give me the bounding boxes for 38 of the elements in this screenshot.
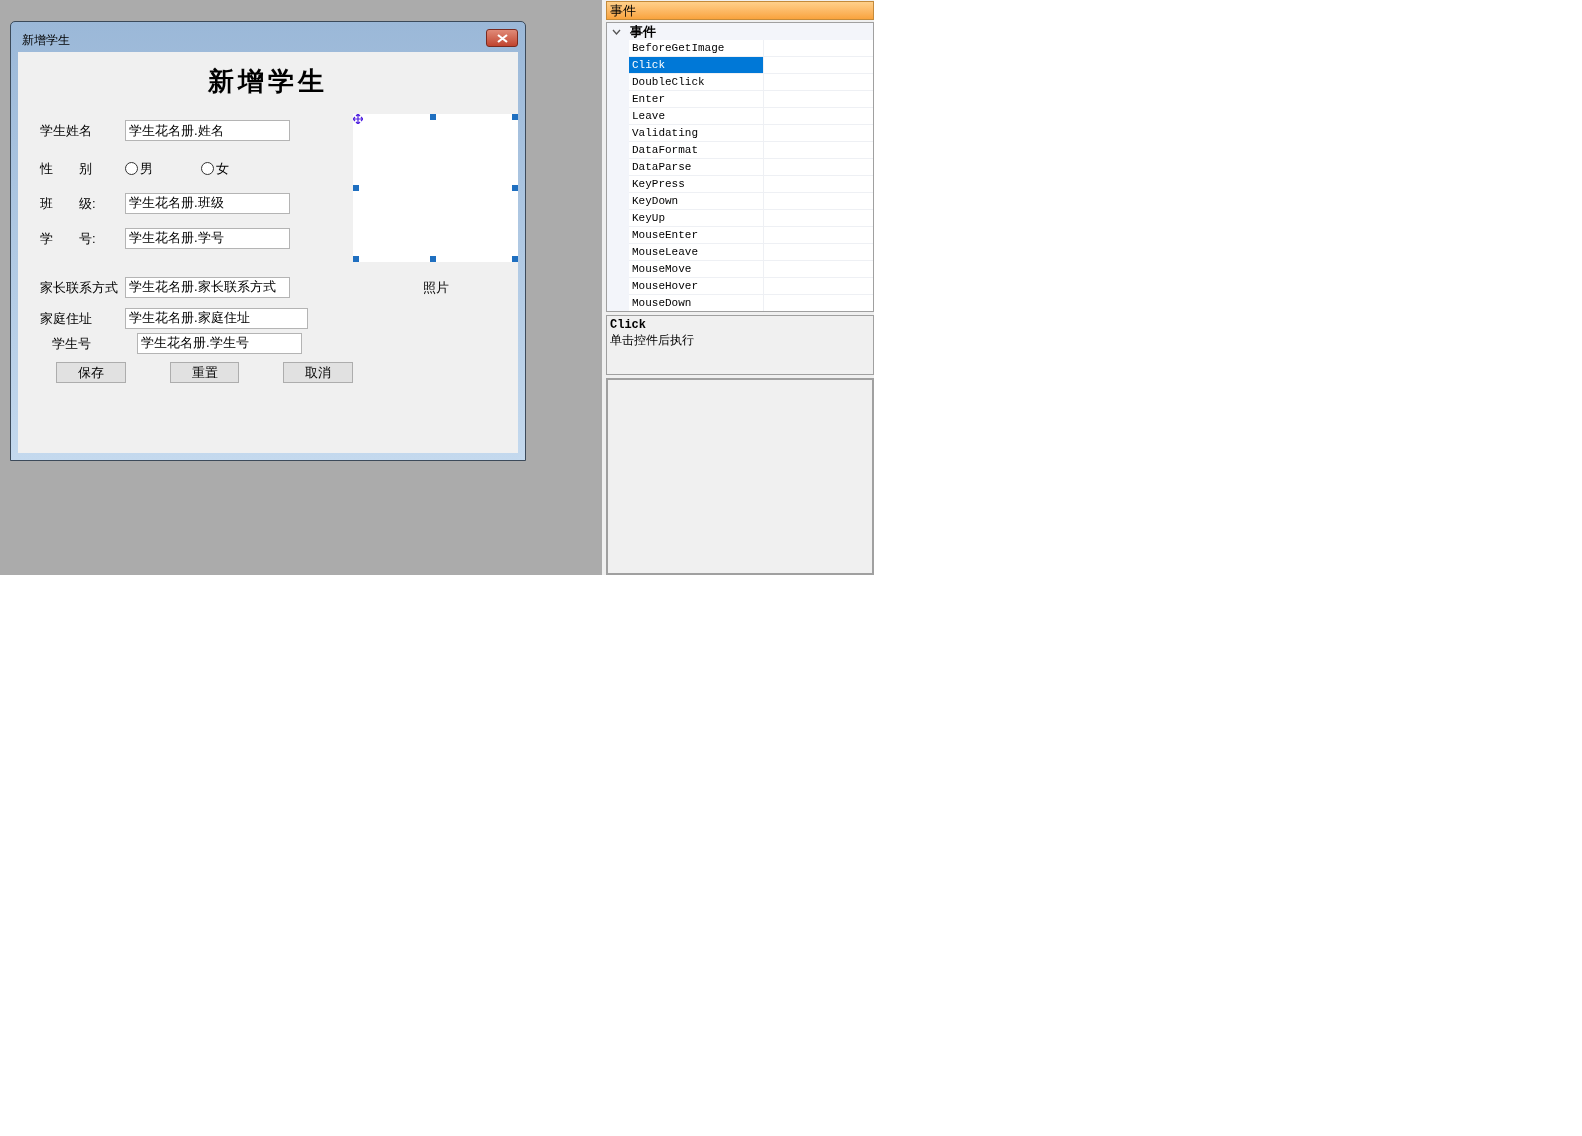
- description-text: 单击控件后执行: [610, 333, 695, 348]
- resize-handle-icon[interactable]: [512, 256, 518, 262]
- input-field[interactable]: 学生花名册.家长联系方式: [125, 276, 290, 298]
- field-label: 班 级:: [40, 196, 97, 210]
- input-field[interactable]: 学生花名册.班级: [125, 192, 290, 214]
- resize-handle-icon[interactable]: [353, 185, 359, 191]
- window-title: 新增学生: [21, 32, 70, 49]
- event-name[interactable]: Click: [629, 57, 763, 73]
- close-icon: [496, 33, 508, 43]
- input-field[interactable]: 学生花名册.学生号: [137, 332, 302, 354]
- input-field[interactable]: 学生花名册.家庭住址: [125, 307, 308, 329]
- description-title: Click: [610, 318, 647, 333]
- radio-option[interactable]: 女: [201, 159, 229, 179]
- form-heading: 新增学生: [208, 68, 328, 94]
- close-button[interactable]: [486, 29, 518, 47]
- photo-label: 照片: [422, 279, 449, 297]
- form-button[interactable]: 重置: [169, 361, 240, 383]
- category-label: 事件: [630, 23, 656, 41]
- radio-option[interactable]: 男: [125, 159, 153, 179]
- resize-handle-icon[interactable]: [353, 256, 359, 262]
- chevron-icon: [612, 28, 621, 35]
- field-label: 家长联系方式: [40, 280, 119, 294]
- field-label: 家庭住址: [40, 311, 93, 325]
- category-row[interactable]: 事件: [607, 23, 873, 40]
- field-label: 性 别: [40, 162, 93, 176]
- resize-handle-icon[interactable]: [512, 114, 518, 120]
- input-field[interactable]: 学生花名册.学号: [125, 227, 290, 249]
- input-field[interactable]: 学生花名册.姓名: [125, 120, 290, 141]
- panel-header: 事件: [606, 1, 874, 20]
- form-button[interactable]: 取消: [283, 361, 353, 383]
- field-label: 学生姓名: [40, 124, 93, 137]
- resize-handle-icon[interactable]: [430, 256, 436, 262]
- form-button[interactable]: 保存: [56, 361, 126, 383]
- field-label: 学生号: [52, 336, 92, 350]
- resize-handle-icon[interactable]: [512, 185, 518, 191]
- field-label: 学 号:: [40, 231, 97, 245]
- resize-handle-icon[interactable]: [430, 114, 436, 120]
- move-handle-icon[interactable]: [353, 114, 363, 124]
